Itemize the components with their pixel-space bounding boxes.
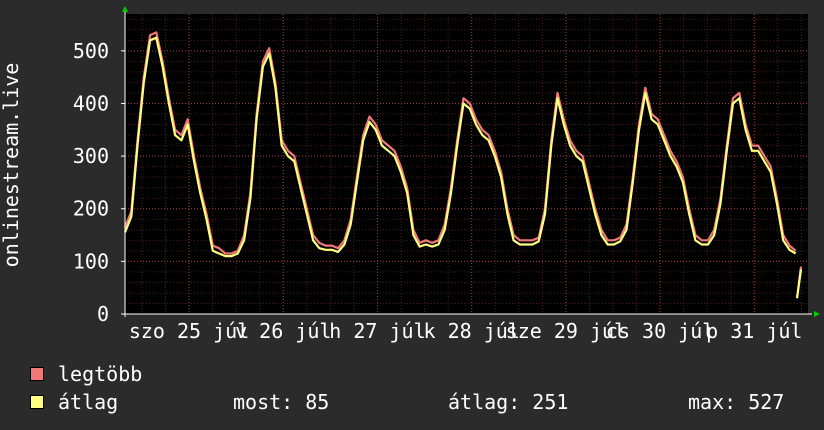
legend-label-legtobb: legtöbb (58, 362, 143, 386)
y-axis-arrow (122, 6, 128, 12)
legend-item-atlag: átlag (30, 390, 118, 414)
legend-item-legtobb: legtöbb (30, 362, 142, 386)
y-tick-label: 500 (73, 39, 109, 63)
x-axis-arrow (814, 311, 820, 317)
y-tick-labels: 0 100 200 300 400 500 (73, 39, 109, 326)
y-tick-label: 400 (73, 91, 109, 115)
stat-current: most: 85 (233, 390, 330, 414)
x-tick-label: v 26 júl (235, 319, 331, 343)
y-axis-label: onlinestream.live (0, 63, 23, 268)
y-tick-label: 100 (73, 249, 109, 273)
x-tick-label: p 31 júl (706, 319, 802, 343)
plot-background (125, 14, 808, 314)
y-tick-label: 0 (97, 302, 109, 326)
stat-max: max: 527 (688, 390, 785, 414)
x-tick-label: cs 30 júl (606, 319, 714, 343)
y-tick-label: 200 (73, 197, 109, 221)
legend-label-atlag: átlag (58, 390, 119, 414)
stat-average: átlag: 251 (448, 390, 569, 414)
x-tick-labels: szo 25 júlv 26 júlh 27 júlk 28 júlsze 29… (129, 319, 803, 343)
x-tick-label: szo 25 júl (129, 319, 249, 343)
x-tick-label: h 27 júl (329, 319, 425, 343)
legend-swatch-legtobb (30, 367, 44, 381)
legend-swatch-atlag (30, 395, 44, 409)
y-tick-label: 300 (73, 144, 109, 168)
